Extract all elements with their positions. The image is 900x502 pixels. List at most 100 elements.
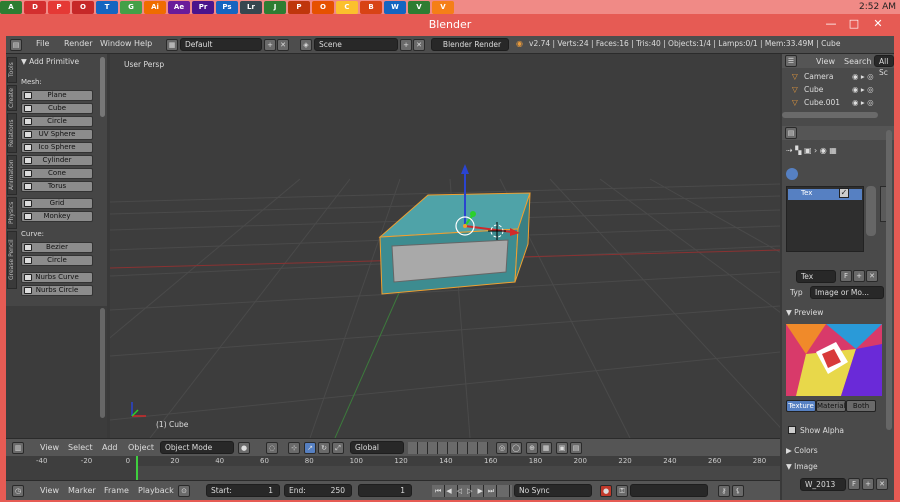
- tab-tools[interactable]: Tools: [7, 57, 17, 83]
- outliner-item[interactable]: ▽ Camera ◉ ▸ ◎: [782, 72, 882, 84]
- taskbar-app-icon[interactable]: G: [120, 0, 142, 14]
- preview-tab[interactable]: Texture: [786, 400, 816, 412]
- visibility-icon[interactable]: ◉ ▸ ◎: [852, 98, 874, 107]
- image-fake-user-button[interactable]: F: [848, 478, 860, 490]
- playback-controls[interactable]: ⏮◀◁▷▶⏭: [432, 485, 512, 497]
- layout-field[interactable]: Default: [180, 38, 262, 51]
- slot-list-scrollbar[interactable]: [866, 186, 876, 236]
- 3d-viewport[interactable]: User Persp (1) Cube: [110, 54, 780, 438]
- current-frame-field[interactable]: 1: [358, 484, 412, 497]
- shading-icon[interactable]: ●: [238, 442, 250, 454]
- texture-type-select[interactable]: Image or Mo...: [810, 286, 884, 299]
- taskbar-app-icon[interactable]: W: [384, 0, 406, 14]
- preview-panel-header[interactable]: ▼ Preview: [786, 308, 823, 317]
- menu-item[interactable]: Help: [134, 39, 152, 48]
- tab-physics[interactable]: Physics: [7, 197, 17, 229]
- taskbar-app-icon[interactable]: P: [48, 0, 70, 14]
- close-button[interactable]: ✕: [870, 17, 886, 31]
- image-unlink-button[interactable]: ✕: [876, 478, 888, 490]
- current-frame-marker[interactable]: [136, 456, 138, 480]
- tab-animation[interactable]: Animation: [7, 155, 17, 195]
- taskbar-app-icon[interactable]: Lr: [240, 0, 262, 14]
- tab-relations[interactable]: Relations: [7, 113, 17, 153]
- texture-slot-selected[interactable]: [788, 189, 862, 200]
- layer-buttons[interactable]: [408, 442, 488, 454]
- add-cube-button[interactable]: Cube: [21, 103, 93, 114]
- outliner-hscroll[interactable]: [782, 112, 878, 118]
- unlink-texture-button[interactable]: ✕: [866, 270, 878, 282]
- timeline-menu-item[interactable]: Playback: [138, 486, 174, 495]
- editor-type-icon[interactable]: ▤: [10, 39, 22, 51]
- options-scrollbar[interactable]: [100, 308, 105, 418]
- texture-name-field[interactable]: Tex: [796, 270, 836, 283]
- menu-item[interactable]: Render: [64, 39, 92, 48]
- taskbar-app-icon[interactable]: A: [0, 0, 22, 14]
- timeline[interactable]: -40 -20 0 20 40 60 80 100 120 140 160 180 200 220 240 2…: [6, 456, 780, 480]
- add-curve-button[interactable]: Nurbs Circle: [21, 285, 93, 296]
- maximize-button[interactable]: □: [846, 17, 862, 31]
- taskbar-app-icon[interactable]: C: [336, 0, 358, 14]
- add-cone-button[interactable]: Cone: [21, 168, 93, 179]
- pivot-icon[interactable]: ◌: [266, 442, 278, 454]
- image-name-field[interactable]: W_2013: [800, 478, 846, 491]
- visibility-icon[interactable]: ◉ ▸ ◎: [852, 85, 874, 94]
- tool-shelf-scrollbar[interactable]: [100, 57, 105, 117]
- remove-scene-button[interactable]: ✕: [413, 39, 425, 51]
- colors-panel-header[interactable]: ▶ Colors: [786, 446, 818, 455]
- new-texture-button[interactable]: +: [853, 270, 865, 282]
- scale-icon[interactable]: ⤢: [332, 442, 344, 454]
- taskbar-app-icon[interactable]: D: [24, 0, 46, 14]
- visibility-icon[interactable]: ◉ ▸ ◎: [852, 72, 874, 81]
- add-grid-button[interactable]: Grid: [21, 198, 93, 209]
- add-torus-button[interactable]: Torus: [21, 181, 93, 192]
- properties-scrollbar[interactable]: [886, 130, 892, 430]
- viewport-menu-item[interactable]: Select: [68, 443, 93, 452]
- add-curve-button[interactable]: Circle: [21, 255, 93, 266]
- taskbar-app-icon[interactable]: J: [264, 0, 286, 14]
- sync-select[interactable]: No Sync: [514, 484, 592, 497]
- lock-layers-icon[interactable]: ◎: [496, 442, 508, 454]
- timeline-menu-item[interactable]: View: [40, 486, 59, 495]
- add-curve-button[interactable]: Nurbs Curve: [21, 272, 93, 283]
- render-engine-select[interactable]: Blender Render: [431, 38, 509, 51]
- viewport-menu-item[interactable]: Add: [102, 443, 118, 452]
- menu-item[interactable]: Window: [100, 39, 132, 48]
- add-ico-sphere-button[interactable]: Ico Sphere: [21, 142, 93, 153]
- taskbar-app-icon[interactable]: O: [72, 0, 94, 14]
- taskbar-app-icon[interactable]: T: [96, 0, 118, 14]
- manipulator-toggle[interactable]: ⊹: [288, 442, 300, 454]
- render-preview-icon[interactable]: ▣: [556, 442, 568, 454]
- taskbar-app-icon[interactable]: B: [360, 0, 382, 14]
- add-cylinder-button[interactable]: Cylinder: [21, 155, 93, 166]
- add-circle-button[interactable]: Circle: [21, 116, 93, 127]
- render-anim-icon[interactable]: ▤: [570, 442, 582, 454]
- viewport-menu-item[interactable]: Object: [128, 443, 154, 452]
- insert-key-icon[interactable]: ⚷: [718, 485, 730, 497]
- taskbar-app-icon[interactable]: O: [312, 0, 334, 14]
- layout-icon[interactable]: ▦: [166, 39, 178, 51]
- add-scene-button[interactable]: +: [400, 39, 412, 51]
- slot-enabled-checkbox[interactable]: ✓: [839, 188, 849, 198]
- tab-create[interactable]: Create: [7, 85, 17, 111]
- properties-type-icon[interactable]: ▤: [785, 127, 797, 139]
- outliner-item[interactable]: ▽ Cube.001 ◉ ▸ ◎: [782, 98, 882, 110]
- add-plane-button[interactable]: Plane: [21, 90, 93, 101]
- keying-set-icon[interactable]: ⚿: [616, 485, 628, 497]
- rotate-icon[interactable]: ↻: [318, 442, 330, 454]
- outliner-item[interactable]: ▽ Cube ◉ ▸ ◎: [782, 85, 882, 97]
- add-uv-sphere-button[interactable]: UV Sphere: [21, 129, 93, 140]
- outliner-view-menu[interactable]: View: [816, 57, 835, 66]
- preview-range-icon[interactable]: ⊙: [178, 485, 190, 497]
- outliner-search-menu[interactable]: Search: [844, 57, 871, 66]
- end-frame-field[interactable]: End: 250: [284, 484, 352, 497]
- show-alpha-checkbox[interactable]: [788, 426, 796, 434]
- add-primitive-header[interactable]: ▼ Add Primitive: [21, 57, 79, 66]
- start-frame-field[interactable]: Start: 1: [206, 484, 280, 497]
- translate-icon[interactable]: ↗: [304, 442, 316, 454]
- taskbar-app-icon[interactable]: Ps: [216, 0, 238, 14]
- taskbar-app-icon[interactable]: Ai: [144, 0, 166, 14]
- texture-slots-list[interactable]: Tex ✓: [786, 186, 864, 252]
- add-layout-button[interactable]: +: [264, 39, 276, 51]
- outliner-type-icon[interactable]: ☰: [785, 55, 797, 67]
- record-icon[interactable]: ●: [600, 485, 612, 497]
